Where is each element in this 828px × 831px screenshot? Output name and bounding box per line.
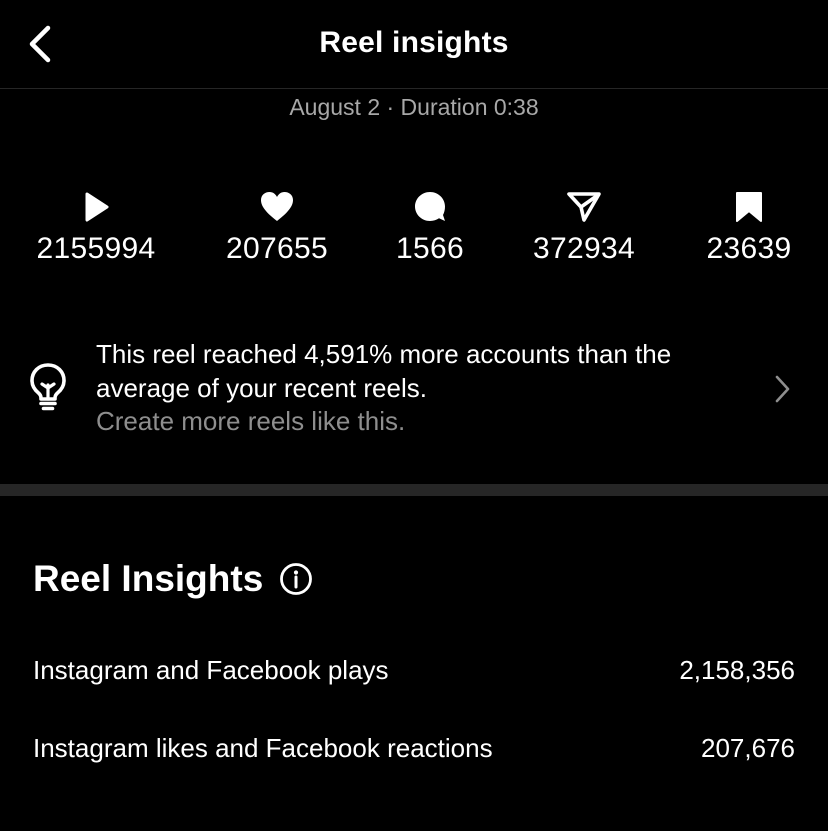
stat-plays[interactable]: 2155994: [31, 190, 161, 266]
tip-text: This reel reached 4,591% more accounts t…: [96, 338, 756, 439]
insight-label: Instagram and Facebook plays: [33, 655, 389, 685]
reach-tip-card[interactable]: This reel reached 4,591% more accounts t…: [0, 330, 828, 450]
header-bar: Reel insights: [0, 0, 828, 89]
section-title-text: Reel Insights: [33, 558, 264, 599]
comments-count: 1566: [396, 232, 464, 265]
bookmark-icon: [732, 190, 766, 224]
info-button[interactable]: [279, 562, 313, 596]
stat-comments[interactable]: 1566: [392, 190, 468, 266]
insight-row-likes[interactable]: Instagram likes and Facebook reactions 2…: [33, 733, 795, 764]
tip-call-to-action: Create more reels like this.: [96, 406, 406, 436]
comment-icon: [413, 190, 447, 224]
tip-line-2: average of your recent reels.: [96, 372, 427, 403]
insight-row-plays[interactable]: Instagram and Facebook plays 2,158,356: [33, 655, 795, 686]
stat-likes[interactable]: 207655: [220, 190, 334, 266]
insight-value: 2,158,356: [679, 655, 795, 685]
lightbulb-icon: [30, 363, 66, 411]
heart-icon: [260, 190, 294, 224]
section-heading: Reel Insights: [33, 558, 313, 600]
tip-line-1: This reel reached 4,591% more accounts t…: [96, 339, 672, 369]
shares-count: 372934: [533, 232, 635, 265]
saves-count: 23639: [706, 232, 792, 265]
info-icon: [280, 563, 313, 595]
stat-saves[interactable]: 23639: [700, 190, 798, 266]
stat-shares[interactable]: 372934: [526, 190, 642, 266]
reel-date-duration: August 2 · Duration 0:38: [289, 94, 539, 120]
section-divider: [0, 484, 828, 496]
likes-count: 207655: [226, 232, 328, 265]
insight-value: 207,676: [701, 733, 795, 763]
page-title: Reel insights: [319, 26, 509, 59]
chevron-right-icon: [775, 375, 790, 403]
plays-count: 2155994: [36, 232, 156, 265]
play-icon: [79, 190, 113, 224]
share-icon: [567, 190, 601, 224]
insight-label: Instagram likes and Facebook reactions: [33, 733, 493, 763]
